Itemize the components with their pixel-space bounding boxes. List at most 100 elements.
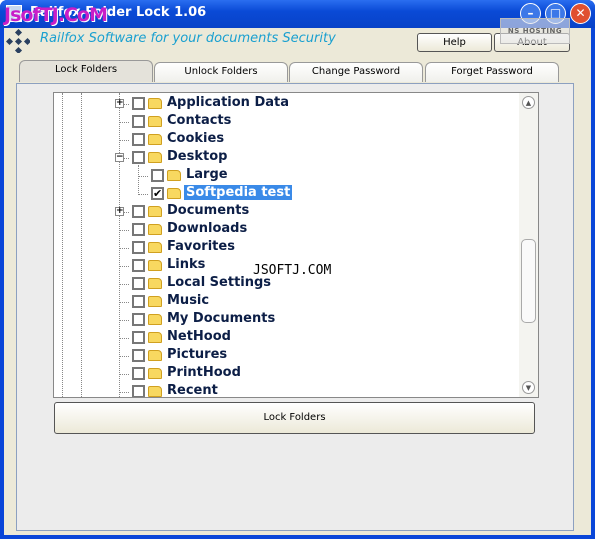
checkbox[interactable]: ✔ [151,187,164,200]
tree-item[interactable]: Recent [54,383,514,398]
folder-icon [148,260,162,271]
tab-change-password[interactable]: Change Password [289,62,423,82]
tree-item[interactable]: PrintHood [54,365,514,383]
checkbox[interactable] [132,223,145,236]
expand-icon[interactable]: + [115,207,124,216]
folder-icon [148,368,162,379]
folder-icon [148,206,162,217]
tree-connector [138,176,148,177]
tree-item[interactable]: NetHood [54,329,514,347]
checkbox[interactable] [132,151,145,164]
folder-icon [148,296,162,307]
tree-connector [119,320,129,321]
tree-connector [119,230,129,231]
checkbox[interactable] [132,277,145,290]
folder-icon [167,170,181,181]
tab-unlock-folders[interactable]: Unlock Folders [154,62,288,82]
slogan: Railfox Software for your documents Secu… [40,31,336,46]
tree-item-label: My Documents [167,311,276,326]
folder-icon [148,134,162,145]
checkbox[interactable] [132,349,145,362]
tree-item[interactable]: Cookies [54,131,514,149]
checkbox[interactable] [132,385,145,397]
tree-item[interactable]: Downloads [54,221,514,239]
scroll-thumb[interactable] [521,239,536,323]
collapse-icon[interactable]: − [115,153,124,162]
tree-connector [119,302,129,303]
tab-lock-folders[interactable]: Lock Folders [19,60,153,82]
close-button[interactable]: ✕ [570,3,591,24]
checkbox[interactable] [132,367,145,380]
checkbox[interactable] [132,205,145,218]
tree-item[interactable]: + Documents [54,203,514,221]
folder-icon [148,116,162,127]
tree-item[interactable]: − Desktop [54,149,514,167]
tree-item-label: Documents [167,203,250,218]
help-button[interactable]: Help [417,33,492,52]
tree-connector [119,356,129,357]
tree-connector [119,284,129,285]
tree-item[interactable]: Music [54,293,514,311]
watermark-text: JSOFTJ.COM [253,263,332,278]
tree-connector [138,194,148,195]
tree-item-label: NetHood [167,329,231,344]
folder-icon [148,332,162,343]
tree-item-label: Contacts [167,113,232,128]
tree-item-label: Application Data [167,95,289,110]
folder-icon [148,224,162,235]
tree-item[interactable]: ✔ Softpedia test [54,185,514,203]
scroll-down-button[interactable]: ▼ [522,381,535,394]
folder-icon [148,278,162,289]
checkbox[interactable] [132,115,145,128]
tree-connector [119,248,129,249]
tree-connector [119,122,129,123]
tree-item-label: Softpedia test [184,185,293,200]
tree-item[interactable]: Pictures [54,347,514,365]
watermark-logo: JsofTJ.CoM [4,4,108,26]
app-window: Railfox Folder Lock 1.06 JsofTJ.CoM – □ … [0,0,595,539]
tree-connector [119,266,129,267]
folder-tree[interactable]: ▲ ▼ + Application Data Contacts Cookies − Des… [53,92,539,398]
tree-item-label: Recent [167,383,218,398]
tree-item-label: Favorites [167,239,235,254]
railfox-logo-icon [6,29,30,53]
tree-item[interactable]: My Documents [54,311,514,329]
checkbox[interactable] [132,331,145,344]
checkbox[interactable] [132,241,145,254]
folder-icon [148,98,162,109]
tree-item-label: Downloads [167,221,248,236]
tree-item[interactable]: + Application Data [54,95,514,113]
tree-item[interactable]: Large [54,167,514,185]
checkbox[interactable] [132,133,145,146]
folder-icon [148,152,162,163]
tab-forget-password[interactable]: Forget Password [425,62,559,82]
checkbox[interactable] [132,295,145,308]
tree-item-label: PrintHood [167,365,241,380]
checkbox[interactable] [151,169,164,182]
tree-item-label: Music [167,293,210,308]
tree-connector [119,392,129,393]
lock-folders-button[interactable]: Lock Folders [54,402,535,434]
scroll-up-button[interactable]: ▲ [522,96,535,109]
tree-connector [119,338,129,339]
tree-item-label: Desktop [167,149,228,164]
tree-item-label: Cookies [167,131,225,146]
folder-icon [148,386,162,397]
tree-item[interactable]: Contacts [54,113,514,131]
folder-icon [148,314,162,325]
tree-item-label: Pictures [167,347,228,362]
tree-item-label: Large [186,167,228,182]
checkbox[interactable] [132,259,145,272]
folder-icon [167,188,181,199]
tree-connector [119,140,129,141]
folder-icon [148,350,162,361]
tree-item-label: Links [167,257,206,272]
checkbox[interactable] [132,313,145,326]
hosting-badge: NS HOSTING [500,18,570,44]
checkbox[interactable] [132,97,145,110]
expand-icon[interactable]: + [115,99,124,108]
vertical-scrollbar[interactable]: ▲ ▼ [519,93,538,397]
tree-item[interactable]: Favorites [54,239,514,257]
tree-connector [119,374,129,375]
folder-icon [148,242,162,253]
